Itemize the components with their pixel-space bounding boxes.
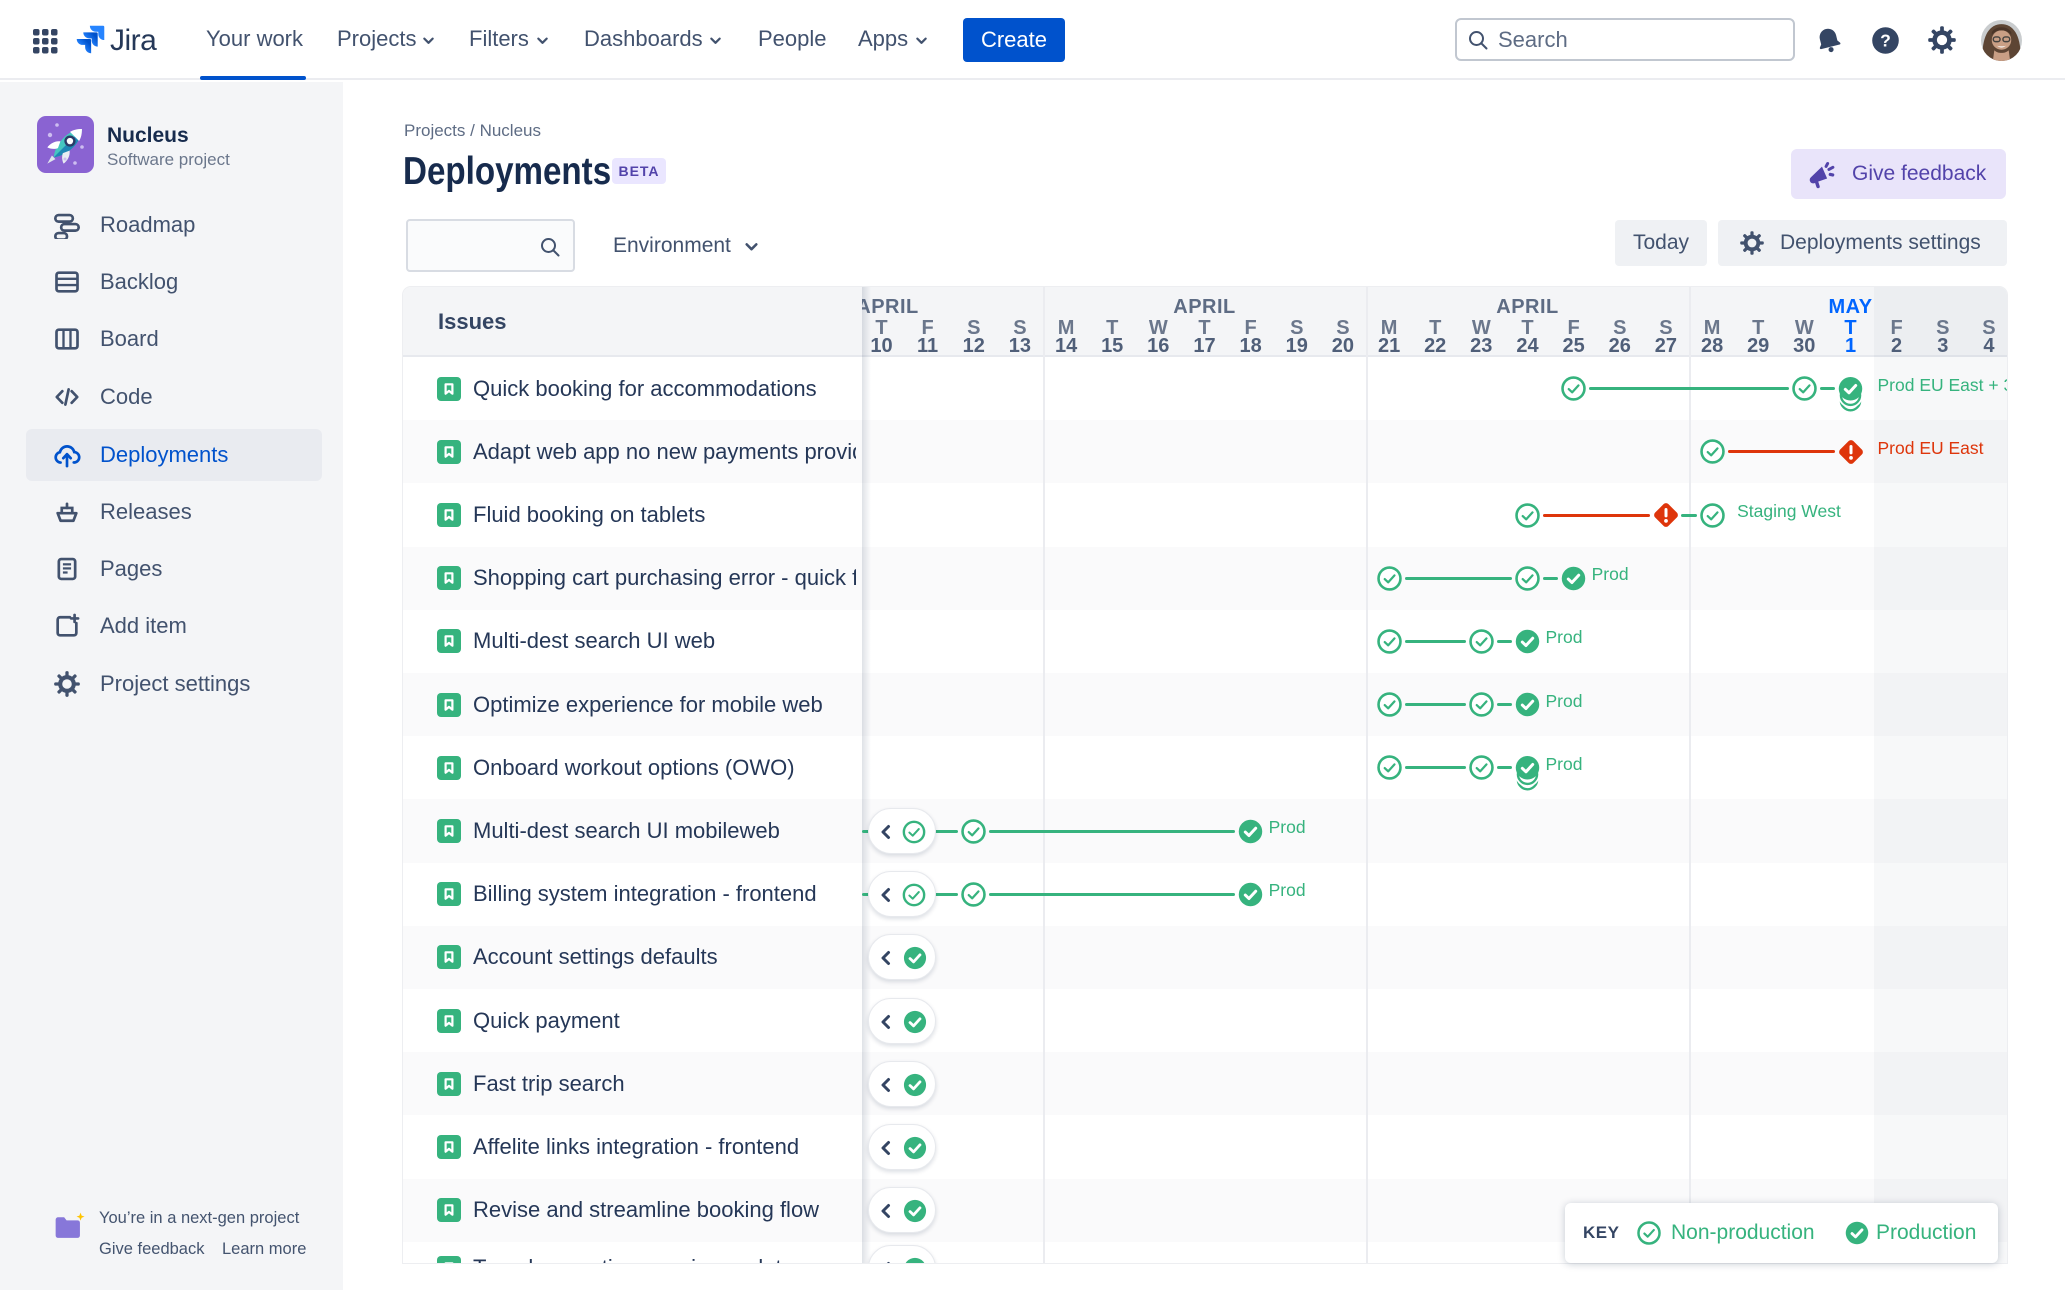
svg-text:?: ? [1880,30,1891,50]
